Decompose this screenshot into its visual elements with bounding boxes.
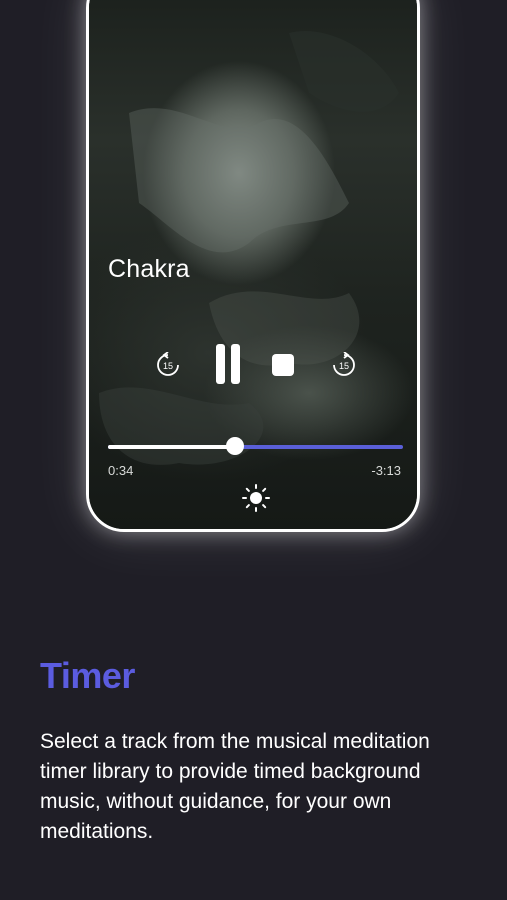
- feature-description: Select a track from the musical meditati…: [40, 730, 430, 843]
- forward-15-icon: 15: [333, 352, 355, 376]
- track-title: Chakra: [108, 255, 190, 283]
- elapsed-time: 0:34: [108, 463, 134, 478]
- phone-mockup: Chakra 15 15 0:34 -3:13: [86, 0, 420, 532]
- player-background: Chakra 15 15 0:34 -3:13: [89, 0, 417, 529]
- playback-progress-slider[interactable]: [108, 437, 403, 455]
- skip-forward-seconds: 15: [339, 361, 349, 371]
- skip-forward-15-button[interactable]: 15: [331, 352, 357, 378]
- skip-back-seconds: 15: [163, 361, 173, 371]
- progress-thumb[interactable]: [225, 437, 244, 455]
- sun-icon: [242, 484, 270, 512]
- rewind-15-icon: 15: [157, 352, 179, 376]
- pause-button[interactable]: [213, 342, 243, 386]
- feature-heading: Timer: [40, 655, 135, 696]
- pause-icon-bar: [231, 344, 240, 384]
- progress-fill: [108, 445, 235, 449]
- stop-button[interactable]: [272, 354, 294, 376]
- skip-back-15-button[interactable]: 15: [155, 352, 181, 378]
- pause-icon-bar: [216, 344, 225, 384]
- brightness-button[interactable]: [241, 483, 271, 513]
- remaining-time: -3:13: [371, 463, 401, 478]
